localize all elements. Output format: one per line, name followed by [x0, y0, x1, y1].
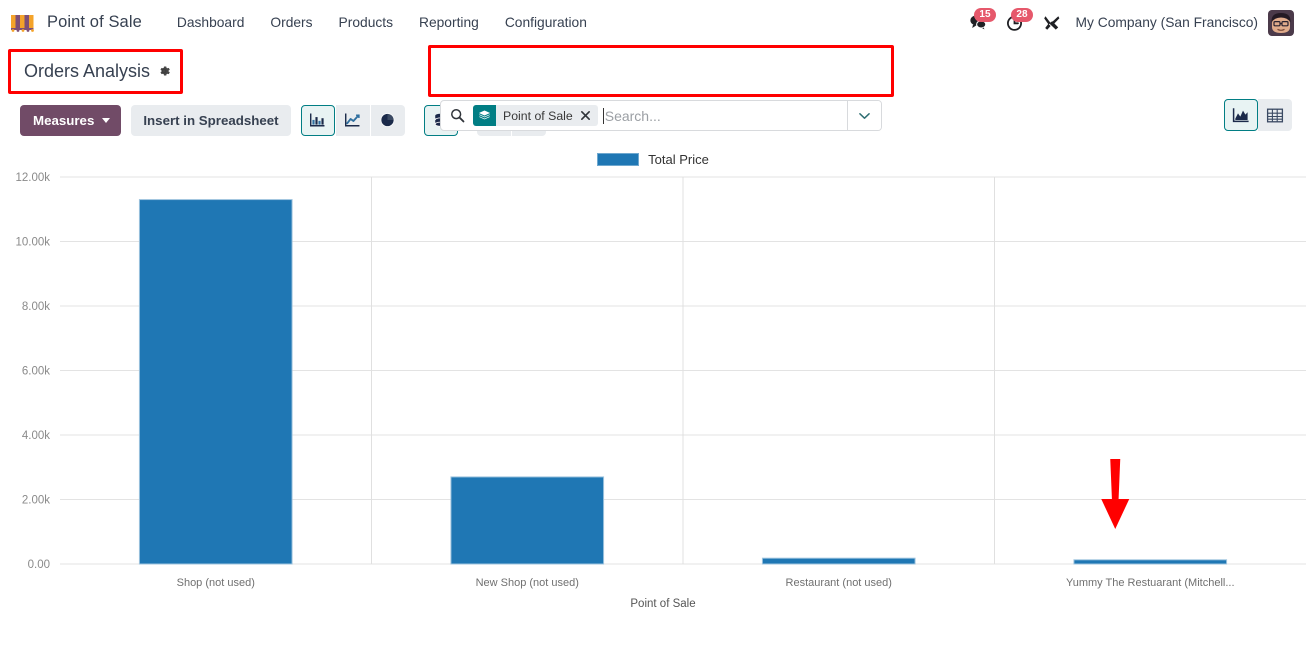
search-input[interactable]: Search...	[602, 101, 847, 130]
avatar-image	[1268, 9, 1294, 36]
breadcrumb: Orders Analysis	[12, 53, 185, 90]
y-axis-tick: 6.00k	[22, 366, 50, 378]
search-placeholder: Search...	[604, 107, 661, 124]
view-graph[interactable]	[1224, 99, 1258, 131]
chart-type-line[interactable]	[335, 104, 370, 136]
x-axis-tick: Restaurant (not used)	[786, 577, 892, 589]
top-navbar: Point of Sale Dashboard Orders Products …	[0, 0, 1306, 45]
app-brand[interactable]: Point of Sale	[10, 13, 142, 33]
search-icon	[441, 108, 473, 123]
y-axis-tick: 0.00	[28, 559, 50, 571]
measures-label: Measures	[33, 112, 95, 128]
nav-orders[interactable]: Orders	[257, 9, 325, 36]
line-chart-icon	[345, 113, 360, 127]
caret-down-icon	[102, 117, 111, 123]
brand-label: Point of Sale	[47, 13, 142, 31]
y-axis-tick: 10.00k	[15, 237, 50, 249]
activities-button[interactable]: 28	[997, 7, 1034, 36]
legend-label-total-price: Total Price	[648, 151, 709, 167]
nav-configuration[interactable]: Configuration	[492, 9, 600, 36]
messages-button[interactable]: 15	[960, 8, 997, 35]
text-caret	[602, 107, 604, 124]
chart-legend: Total Price	[0, 143, 1306, 169]
company-switcher[interactable]: My Company (San Francisco)	[1070, 15, 1268, 30]
annotation-arrow-down	[1101, 459, 1130, 529]
measures-button[interactable]: Measures	[20, 104, 122, 136]
search-view[interactable]: Point of Sale Search...	[440, 100, 882, 131]
x-axis-title: Point of Sale	[630, 598, 695, 610]
gear-icon[interactable]	[157, 64, 171, 78]
view-switcher	[1224, 99, 1292, 131]
close-x-icon[interactable]	[579, 110, 598, 121]
apps-button[interactable]	[1034, 10, 1070, 36]
chart-type-pie[interactable]	[370, 104, 405, 136]
chart-bar	[450, 476, 605, 565]
legend-swatch-total-price[interactable]	[597, 152, 640, 166]
nav-dashboard[interactable]: Dashboard	[164, 9, 258, 36]
search-dropdown-toggle[interactable]	[847, 101, 881, 130]
pivot-table-icon	[1266, 108, 1284, 122]
x-axis-tick: Yummy The Restuarant (Mitchell...	[1066, 577, 1235, 589]
tools-wrench-icon	[1043, 15, 1059, 30]
chart-plot[interactable]: 0.00 2.00k 4.00k 6.00k 8.00k 10.00k 12.00k Shop…	[0, 169, 1306, 660]
messages-badge: 15	[974, 8, 996, 22]
main-menu: Dashboard Orders Products Reporting Conf…	[164, 9, 600, 36]
navbar-systray: 15 28 My Company (San Francisco)	[960, 7, 1294, 36]
view-pivot[interactable]	[1258, 99, 1292, 131]
chart-bar	[1073, 559, 1228, 565]
chart-type-bar[interactable]	[300, 104, 335, 136]
pie-chart-icon	[380, 113, 395, 127]
layers-stack-icon	[473, 105, 496, 126]
x-axis-tick: New Shop (not used)	[476, 577, 579, 589]
insert-in-spreadsheet-button[interactable]: Insert in Spreadsheet	[131, 104, 291, 136]
y-axis-tick: 12.00k	[15, 172, 50, 184]
y-axis-tick: 2.00k	[22, 495, 50, 507]
user-avatar[interactable]	[1268, 9, 1294, 36]
pos-awning-icon	[11, 14, 34, 32]
x-axis-tick: Shop (not used)	[177, 577, 255, 589]
bar-chart-canvas: 0.00 2.00k 4.00k 6.00k 8.00k 10.00k 12.00k Shop…	[15, 172, 1306, 610]
bar-chart-icon	[310, 113, 325, 127]
control-panel: Orders Analysis Point of Sale Search...	[0, 45, 1306, 131]
graph-view: Total Price 0.00 2.00k 4.00k 6.00k 8.00k 10.0…	[0, 143, 1306, 660]
page-title: Orders Analysis	[24, 60, 151, 81]
activities-badge: 28	[1011, 7, 1033, 22]
chart-bar	[138, 199, 293, 565]
y-axis-tick: 4.00k	[22, 430, 50, 442]
y-axis-tick: 8.00k	[22, 301, 50, 313]
search-facet-point-of-sale[interactable]: Point of Sale	[473, 105, 598, 126]
search-facet-label: Point of Sale	[503, 108, 573, 123]
nav-reporting[interactable]: Reporting	[406, 9, 492, 36]
nav-products[interactable]: Products	[326, 9, 406, 36]
chart-type-group	[300, 104, 405, 136]
caret-down-icon	[859, 107, 870, 125]
chart-bar	[761, 557, 916, 565]
graph-chart-icon	[1232, 107, 1249, 122]
